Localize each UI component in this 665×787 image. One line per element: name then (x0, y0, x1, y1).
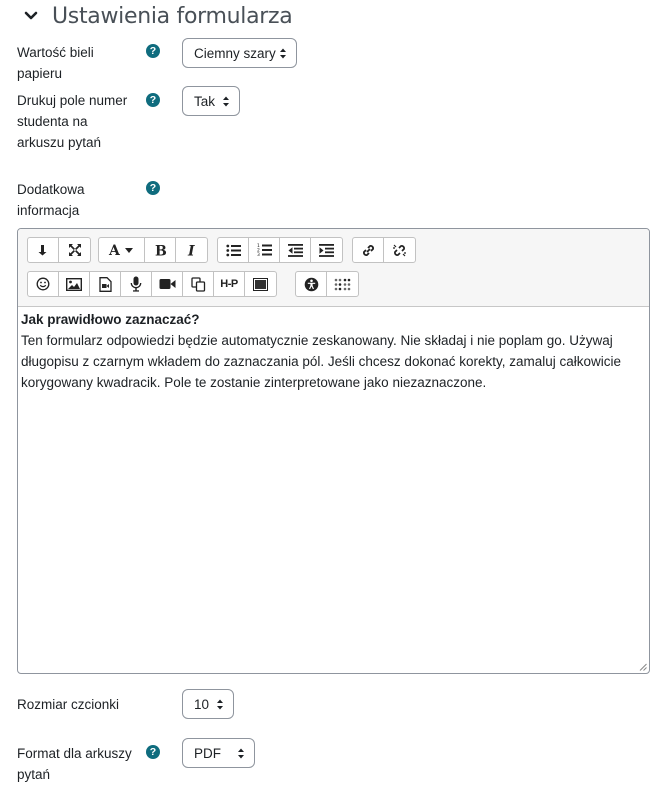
content-body: Ten formularz odpowiedzi będzie automaty… (21, 333, 622, 390)
select-arrows-icon (280, 48, 286, 59)
ordered-list-icon[interactable]: 123 (249, 238, 280, 262)
select-arrows-icon (217, 699, 223, 710)
emoji-icon[interactable] (28, 272, 59, 296)
media-file-icon[interactable] (90, 272, 121, 296)
toolbar-group-media: H-P (27, 271, 277, 297)
link-icon[interactable] (353, 238, 384, 262)
svg-text:3: 3 (257, 252, 260, 257)
h5p-icon[interactable]: H-P (214, 272, 245, 296)
paper-white-value: Ciemny szary (194, 45, 276, 61)
sheet-format-select[interactable]: PDF (182, 738, 255, 768)
editor-content-area[interactable]: Jak prawidłowo zaznaczać? Ten formularz … (21, 309, 645, 393)
resize-handle-icon[interactable] (639, 663, 647, 671)
font-size-value: 10 (194, 696, 210, 712)
help-icon[interactable]: ? (146, 93, 160, 107)
print-student-number-select[interactable]: Tak (182, 86, 240, 116)
toolbar-group-links (352, 237, 416, 263)
help-icon[interactable]: ? (146, 44, 160, 58)
font-size-label: Rozmiar czcionki (17, 697, 120, 712)
print-student-number-label: Drukuj pole numer studenta na arkuszu py… (17, 93, 128, 150)
fullscreen-icon[interactable] (59, 238, 90, 262)
print-student-number-value: Tak (194, 93, 216, 109)
microphone-icon[interactable] (121, 272, 152, 296)
copy-paste-icon[interactable] (183, 272, 214, 296)
background-color-icon[interactable] (245, 272, 276, 296)
h5p-label: H-P (220, 278, 238, 290)
editor-toolbar: A B I 123 H-P (18, 229, 649, 307)
paper-white-select[interactable]: Ciemny szary (182, 38, 297, 68)
help-icon[interactable]: ? (146, 745, 160, 759)
select-arrows-icon (238, 748, 244, 759)
toolbar-group-lists: 123 (217, 237, 343, 263)
select-arrows-icon (223, 96, 229, 107)
indent-icon[interactable] (311, 238, 342, 262)
chevron-down-icon[interactable] (22, 7, 40, 25)
paper-white-label: Wartość bieli papieru (17, 45, 94, 81)
screen-reader-helper-icon[interactable] (327, 272, 358, 296)
accessibility-checker-icon[interactable] (296, 272, 327, 296)
outdent-icon[interactable] (280, 238, 311, 262)
svg-text:I: I (187, 244, 195, 258)
additional-info-label: Dodatkowa informacja (17, 182, 85, 218)
sheet-format-label: Format dla arkuszy pytań (17, 746, 132, 782)
toolbar-group-display (27, 237, 91, 263)
unlink-icon[interactable] (384, 238, 415, 262)
toolbar-group-style: A B I (98, 237, 208, 263)
unordered-list-icon[interactable] (218, 238, 249, 262)
collapse-toolbar-icon[interactable] (28, 238, 59, 262)
image-icon[interactable] (59, 272, 90, 296)
help-icon[interactable]: ? (146, 181, 160, 195)
font-size-select[interactable]: 10 (182, 689, 234, 719)
paragraph-style-icon[interactable]: A (99, 238, 145, 262)
section-title: Ustawienia formularza (52, 3, 293, 29)
bold-icon[interactable]: B (145, 238, 176, 262)
svg-text:A: A (108, 243, 121, 257)
sheet-format-value: PDF (194, 745, 221, 761)
video-icon[interactable] (152, 272, 183, 296)
toolbar-group-tools (295, 271, 359, 297)
svg-text:B: B (155, 244, 167, 258)
section-header[interactable]: Ustawienia formularza (22, 0, 293, 32)
italic-icon[interactable]: I (176, 238, 207, 262)
content-heading: Jak prawidłowo zaznaczać? (21, 312, 200, 327)
rich-text-editor: A B I 123 H-P Jak prawidłowo zaznaczać? … (17, 228, 650, 674)
